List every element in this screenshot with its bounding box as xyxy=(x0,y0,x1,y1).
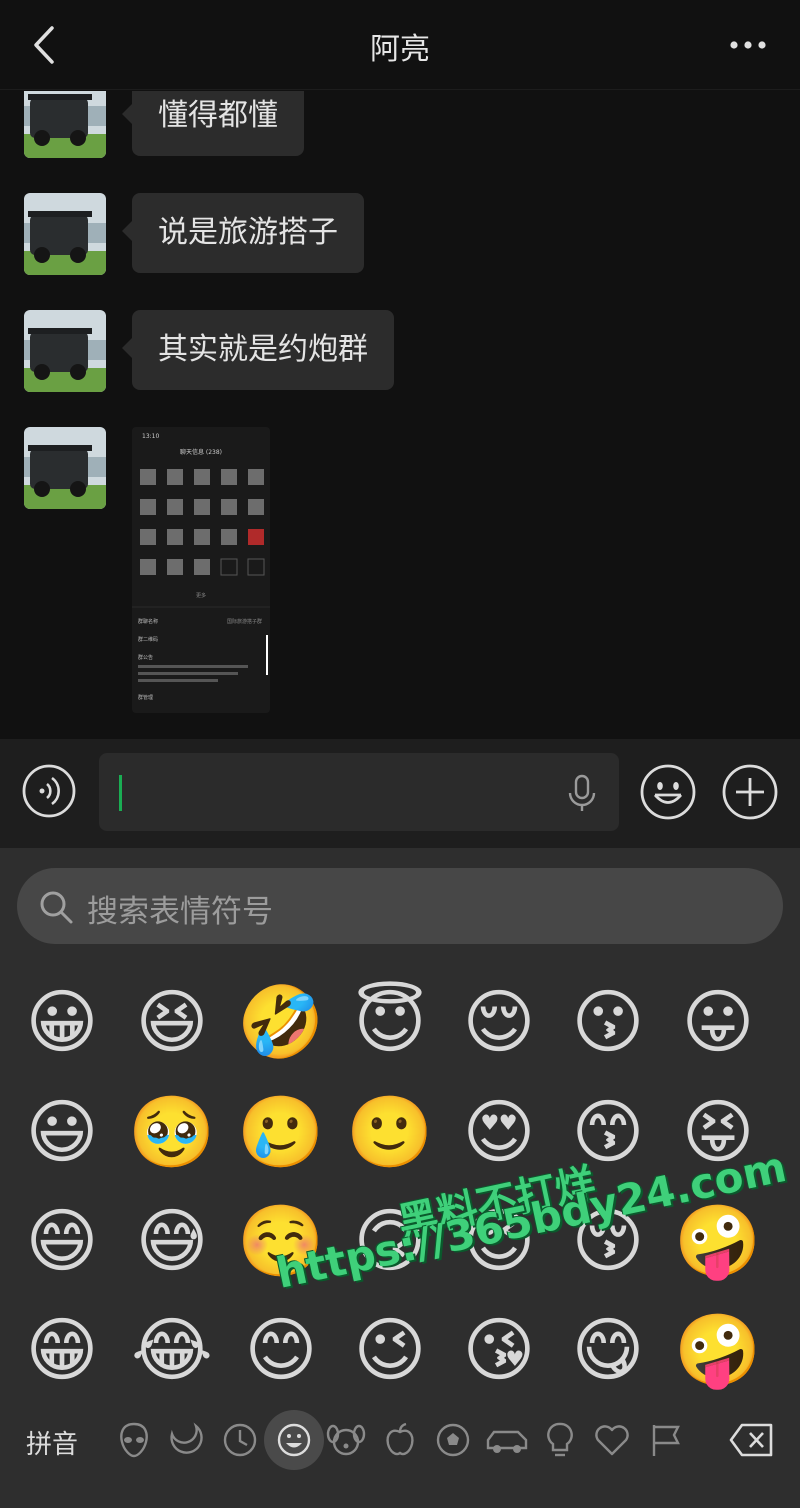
emoji[interactable]: 😀 xyxy=(14,978,110,1070)
heart-icon[interactable] xyxy=(592,1420,632,1460)
smiley-icon[interactable] xyxy=(274,1420,314,1460)
avatar[interactable] xyxy=(24,193,106,275)
emoji[interactable]: 😙 xyxy=(560,1084,656,1180)
emoji[interactable]: 🤪 xyxy=(670,1193,766,1289)
emoji[interactable]: 😘 xyxy=(451,1302,547,1398)
emoji[interactable]: 🥲 xyxy=(233,1084,329,1180)
avatar[interactable] xyxy=(24,310,106,392)
dog-icon[interactable] xyxy=(326,1420,366,1460)
emoji-panel: 搜索表情符号 😀 😆 🤣 😇 😌 😗 😛 😃 🥹 🥲 🙂 😍 😙 😝 😄 😅 ☺… xyxy=(0,848,800,1508)
pinyin-button[interactable]: 拼音 xyxy=(26,1424,78,1461)
mic-icon[interactable] xyxy=(565,773,599,813)
message-bubble[interactable]: 其实就是约炮群 xyxy=(122,310,394,390)
more-icon[interactable] xyxy=(728,30,768,60)
search-icon xyxy=(40,891,73,924)
shot-title: 聊天信息 (238) xyxy=(180,448,222,456)
svg-text:国际旅游搭子群: 国际旅游搭子群 xyxy=(227,618,262,625)
emoji[interactable]: 😍 xyxy=(451,1084,547,1180)
emoji-face-icon[interactable] xyxy=(640,764,696,820)
emoji-grid: 😀 😆 🤣 😇 😌 😗 😛 😃 🥹 🥲 🙂 😍 😙 😝 😄 😅 ☺️ 🙃 😉 😚… xyxy=(0,978,800,1418)
emoji[interactable]: 🙂 xyxy=(342,1084,438,1180)
backspace-icon[interactable] xyxy=(728,1422,774,1458)
apple-icon[interactable] xyxy=(380,1420,420,1460)
avatar[interactable] xyxy=(24,427,106,509)
emoji[interactable]: 😄 xyxy=(14,1193,110,1289)
lightbulb-icon[interactable] xyxy=(540,1420,580,1460)
message-input[interactable] xyxy=(99,753,619,831)
shot-time: 13:10 xyxy=(142,433,159,440)
emoji[interactable]: 😇 xyxy=(342,978,438,1070)
emoji[interactable]: 😃 xyxy=(14,1084,110,1180)
car-icon[interactable] xyxy=(484,1420,530,1460)
emoji[interactable]: 😊 xyxy=(233,1302,329,1398)
alien-icon[interactable] xyxy=(114,1420,154,1460)
top-bar: 阿亮 xyxy=(0,0,800,90)
svg-text:群聊名称: 群聊名称 xyxy=(138,618,158,625)
emoji[interactable]: 😅 xyxy=(124,1193,220,1289)
emoji[interactable]: 😗 xyxy=(560,978,656,1070)
emoji[interactable]: 😉 xyxy=(342,1302,438,1398)
svg-text:群公告: 群公告 xyxy=(138,654,153,661)
emoji-search-field[interactable]: 搜索表情符号 xyxy=(17,868,783,944)
emoji[interactable]: 😁 xyxy=(14,1302,110,1398)
clock-icon[interactable] xyxy=(220,1420,260,1460)
emoji-category-bar: 拼音 xyxy=(0,1408,800,1508)
chat-area[interactable]: 懂得都懂 说是旅游搭子 其实就是约炮群 13:10 聊天信息 (238) 更多 … xyxy=(0,91,800,739)
chat-title: 阿亮 xyxy=(370,32,430,67)
emoji[interactable]: 😛 xyxy=(670,978,766,1070)
message-bubble[interactable]: 说是旅游搭子 xyxy=(122,193,364,273)
emoji[interactable]: 😚 xyxy=(560,1193,656,1289)
emoji[interactable]: 😋 xyxy=(560,1302,656,1398)
svg-text:更多: 更多 xyxy=(196,592,206,599)
emoji[interactable]: 😆 xyxy=(124,978,220,1070)
emoji[interactable]: 😝 xyxy=(670,1084,766,1180)
input-bar xyxy=(0,739,800,848)
moon-icon[interactable] xyxy=(166,1420,206,1460)
emoji[interactable]: ☺️ xyxy=(233,1193,329,1289)
plus-circle-icon[interactable] xyxy=(722,764,778,820)
soccer-icon[interactable] xyxy=(433,1420,473,1460)
emoji[interactable]: 😂 xyxy=(124,1302,220,1398)
emoji[interactable]: 🤣 xyxy=(233,978,329,1070)
flag-icon[interactable] xyxy=(646,1420,686,1460)
voice-icon[interactable] xyxy=(22,764,76,818)
avatar[interactable] xyxy=(24,91,106,158)
message-bubble[interactable]: 懂得都懂 xyxy=(122,91,304,156)
image-message[interactable]: 13:10 聊天信息 (238) 更多 群聊名称 国际旅游搭子群 群二维码 群公… xyxy=(132,427,270,713)
emoji[interactable]: 🥹 xyxy=(124,1084,220,1180)
emoji[interactable]: 😌 xyxy=(451,978,547,1070)
emoji[interactable]: 🙃 xyxy=(342,1193,438,1289)
emoji[interactable]: 🤪 xyxy=(670,1302,766,1398)
svg-text:群管理: 群管理 xyxy=(138,694,153,701)
text-caret xyxy=(119,775,122,811)
search-placeholder: 搜索表情符号 xyxy=(87,894,273,930)
emoji[interactable]: 😉 xyxy=(451,1193,547,1289)
svg-text:群二维码: 群二维码 xyxy=(138,636,158,643)
